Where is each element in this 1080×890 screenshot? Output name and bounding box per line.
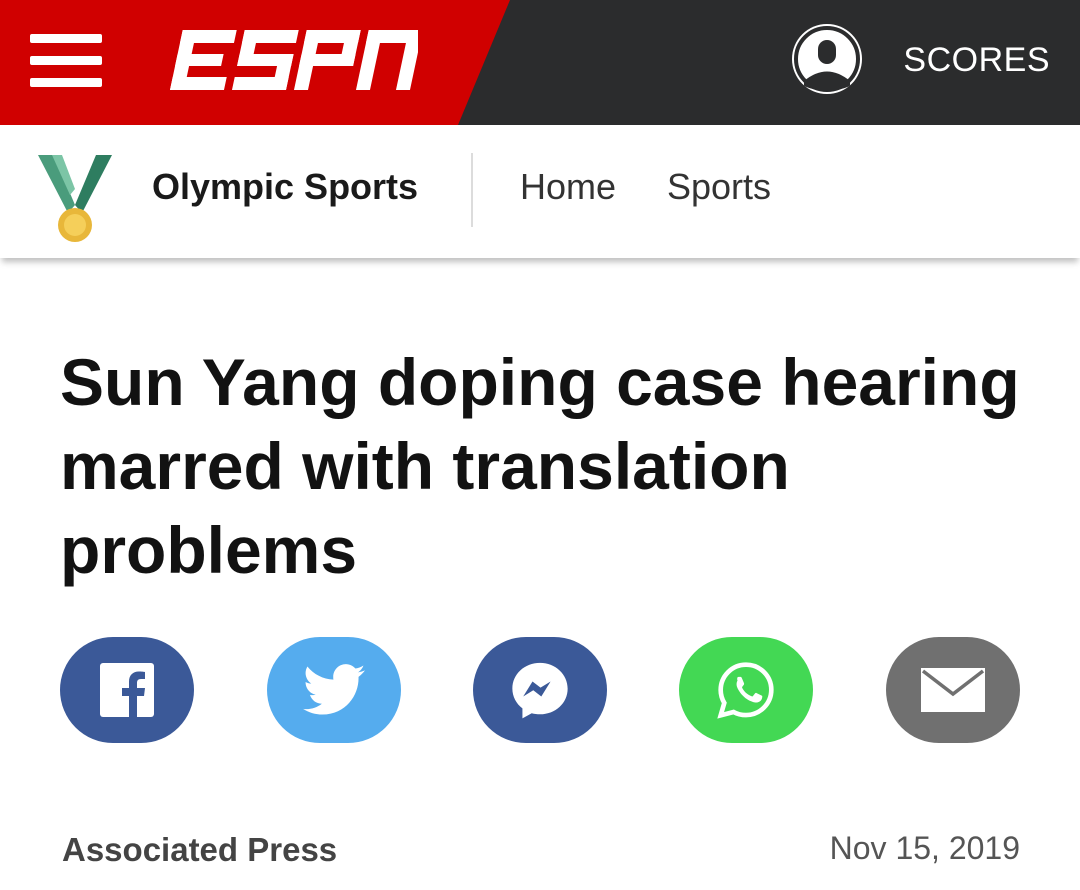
facebook-icon [100, 663, 154, 717]
article-headline: Sun Yang doping case hearing marred with… [60, 345, 1020, 587]
olympic-medal-icon [38, 155, 112, 242]
top-bar: SCORES [0, 0, 1080, 125]
section-nav: Olympic Sports Home Sports [0, 125, 1080, 258]
user-profile-icon[interactable] [792, 24, 862, 94]
espn-logo[interactable] [168, 24, 418, 96]
email-icon [921, 668, 985, 712]
nav-link-home[interactable]: Home [520, 165, 616, 209]
share-whatsapp-button[interactable] [679, 637, 813, 743]
article-byline: Associated Press [62, 831, 338, 868]
nav-link-sports[interactable]: Sports [667, 165, 771, 209]
nav-divider [471, 153, 473, 227]
share-twitter-button[interactable] [267, 637, 401, 743]
scores-link[interactable]: SCORES [903, 40, 1050, 80]
messenger-icon [512, 662, 568, 719]
share-email-button[interactable] [886, 637, 1020, 743]
share-facebook-button[interactable] [60, 637, 194, 743]
section-title[interactable]: Olympic Sports [152, 165, 418, 209]
share-messenger-button[interactable] [473, 637, 607, 743]
twitter-icon [303, 664, 365, 715]
article-date: Nov 15, 2019 [829, 830, 1020, 866]
whatsapp-icon [717, 662, 774, 719]
hamburger-menu-icon[interactable] [30, 34, 102, 88]
